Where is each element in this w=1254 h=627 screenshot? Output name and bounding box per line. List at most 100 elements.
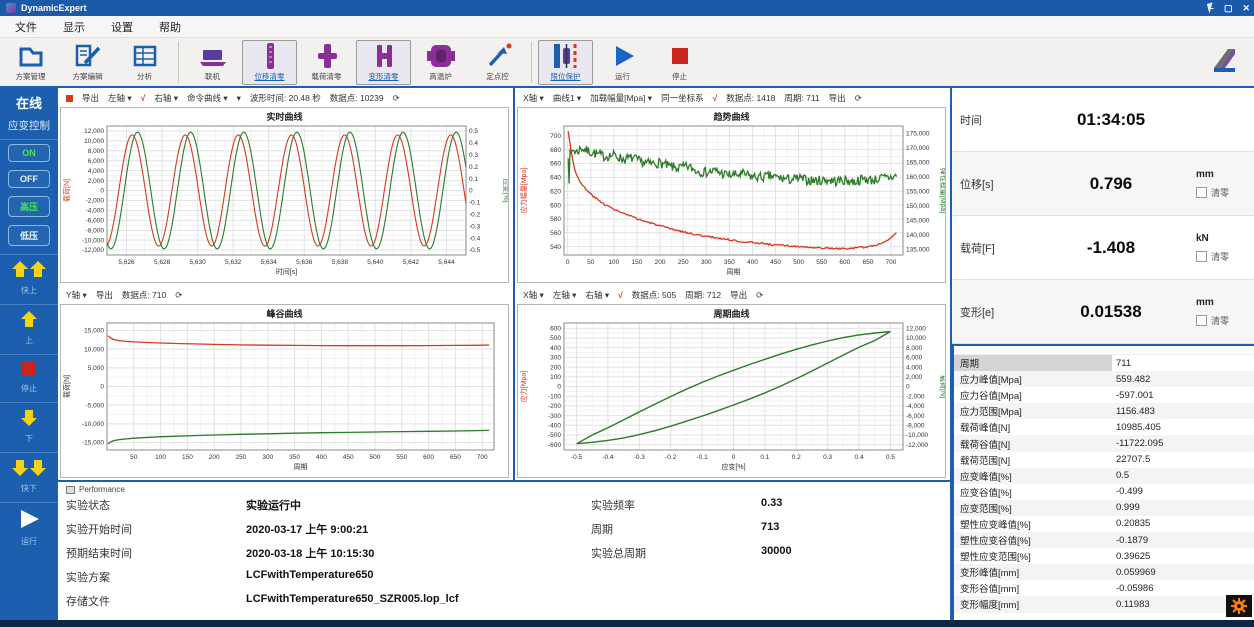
chart-tool-token-4[interactable]: 命令曲线 ▾ [187,92,228,104]
zero-checkbox-displacement[interactable] [1196,187,1207,198]
svg-text:弹性模量[Mpa]: 弹性模量[Mpa] [939,168,945,214]
sidebar-button-off[interactable]: OFF [8,170,50,188]
svg-text:700: 700 [886,259,897,266]
displacement-zero-button[interactable]: 位移清零 [242,40,297,85]
chart-tool-token-8[interactable]: ⟳ [855,93,862,104]
result-value-1: 559.482 [1112,374,1254,385]
chart-tool-token-8[interactable]: ⟳ [393,93,400,104]
sidebar-jog-run[interactable]: 运行 [0,502,58,551]
deform-zero-label: 变形清零 [369,71,399,82]
svg-text:150: 150 [632,259,643,266]
play-icon [18,509,40,534]
chart-tool-token-1[interactable]: 导出 [96,289,113,301]
run-button[interactable]: 运行 [595,40,650,85]
analysis-button[interactable]: 分析 [117,40,172,85]
svg-text:2,000: 2,000 [88,178,105,185]
play-icon [608,42,638,70]
readout-side-deformation: mm清零 [1196,297,1246,327]
close-button[interactable]: ✕ [1242,0,1250,16]
deform-zero-button[interactable]: 变形清零 [356,40,411,85]
chart-tool-token-7[interactable]: 导出 [829,92,846,104]
scheme-manage-button[interactable]: 方案管理 [3,40,58,85]
chart-plot-cycle-loop: -0.5-0.4-0.3-0.2-0.100.10.20.30.40.56005… [518,318,945,472]
readout-unit-load: kN [1196,233,1246,244]
chart-tool-token-5[interactable]: ▾ [237,93,241,104]
chart-title-peak-valley: 峰谷曲线 [61,305,508,318]
gear-icon[interactable] [1226,595,1252,617]
chart-tool-token-2[interactable]: 加载幅量[Mpa] ▾ [590,92,652,104]
svg-text:700: 700 [550,133,561,140]
furnace-button[interactable]: 高温炉 [413,40,468,85]
result-label-11: 塑性应变谷值[%] [954,532,1112,548]
zero-checkbox-deformation[interactable] [1196,315,1207,326]
chart-tool-token-0[interactable]: Y轴 ▾ [66,289,87,301]
sidebar-button-低压[interactable]: 低压 [8,225,50,246]
sidebar-jog-up[interactable]: 上 [0,304,58,350]
perf-value-right-4 [761,593,942,609]
scheme-edit-button[interactable]: 方案编辑 [60,40,115,85]
sidebar-jog-jog-stop[interactable]: 停止 [0,354,58,398]
chart-tool-token-1[interactable]: 左轴 ▾ [108,92,132,104]
svg-text:250: 250 [236,454,247,461]
svg-text:600: 600 [550,202,561,209]
sidebar-jog-fast-up[interactable]: 快上 [0,254,58,300]
svg-text:50: 50 [130,454,138,461]
stop-button[interactable]: 停止 [652,40,707,85]
chart-tool-token-0[interactable]: X轴 ▾ [523,289,544,301]
sidebar-jog-fast-down[interactable]: 快下 [0,452,58,498]
perf-label-right-0: 实验频率 [591,497,761,513]
perf-value-left-4: LCFwithTemperature650_SZR005.lop_lcf [246,593,591,609]
svg-text:200: 200 [550,364,561,371]
chart-tool-token-2[interactable]: √ [141,93,146,103]
sidebar-jog-down[interactable]: 下 [0,402,58,448]
connect-button[interactable]: 联机 [185,40,240,85]
menu-item-1[interactable]: 显示 [50,16,98,38]
chart-tool-token-3[interactable]: 同一坐标系 [661,92,704,104]
zero-checkbox-load[interactable] [1196,251,1207,262]
result-value-8: -0.499 [1112,486,1254,497]
chart-tool-token-3[interactable]: √ [618,290,623,300]
chart-tool-token-1[interactable]: 曲线1 ▾ [553,92,581,104]
svg-text:50: 50 [587,259,595,266]
svg-text:0.4: 0.4 [855,454,864,461]
chart-tool-token-5: 数据点: 1418 [726,92,775,104]
chart-tool-token-0[interactable]: 导出 [82,92,99,104]
control-sidebar: 在线 应变控制 ONOFF高压低压 快上上停止下快下运行 [0,88,58,620]
fast-down-icon [12,459,46,481]
result-row-6: 载荷范围[N]22707.5 [954,452,1254,468]
svg-text:周期: 周期 [294,463,308,471]
chart-tool-token-3[interactable]: ⟳ [175,290,182,301]
svg-text:150: 150 [182,454,193,461]
charts-grid: 导出左轴 ▾√右轴 ▾命令曲线 ▾▾波形时间: 20.48 秒数据点: 1023… [58,88,950,480]
zero-label-deformation: 清零 [1211,314,1229,327]
chart-tool-token-1[interactable]: 左轴 ▾ [553,289,577,301]
menu-item-3[interactable]: 帮助 [146,16,194,38]
svg-text:周期: 周期 [727,268,741,276]
series-stress-amplitude [568,131,896,249]
result-value-5: -11722.095 [1112,438,1254,449]
chart-tool-token-0[interactable]: X轴 ▾ [523,92,544,104]
svg-text:12,000: 12,000 [906,326,926,333]
down-icon [20,409,38,431]
sidebar-button-高压[interactable]: 高压 [8,196,50,217]
svg-text:-8,000: -8,000 [86,227,105,234]
chart-tool-token-7[interactable]: ⟳ [756,290,763,301]
svg-text:500: 500 [793,259,804,266]
chart-tool-token-2[interactable]: 右轴 ▾ [585,289,609,301]
svg-text:-0.1: -0.1 [697,454,709,461]
perf-label-left-2: 预期结束时间 [66,545,246,561]
load-zero-button[interactable]: 载荷清零 [299,40,354,85]
chart-tool-token-6[interactable]: 导出 [730,289,747,301]
chart-tool-token-3[interactable]: 右轴 ▾ [154,92,178,104]
menu-item-2[interactable]: 设置 [98,16,146,38]
limit-protect-button[interactable]: 限位保护 [538,40,593,85]
svg-text:应变[%]: 应变[%] [502,178,508,202]
taskbar-strip [0,620,1254,627]
sidebar-button-on[interactable]: ON [8,144,50,162]
col1-icon [255,42,285,70]
chart-tool-token-4[interactable]: √ [713,93,718,103]
setpoint-control-button[interactable]: 定点控 [470,40,525,85]
menu-item-0[interactable]: 文件 [2,16,50,38]
furnace-icon [424,42,458,70]
maximize-button[interactable]: ▢ [1224,0,1233,16]
